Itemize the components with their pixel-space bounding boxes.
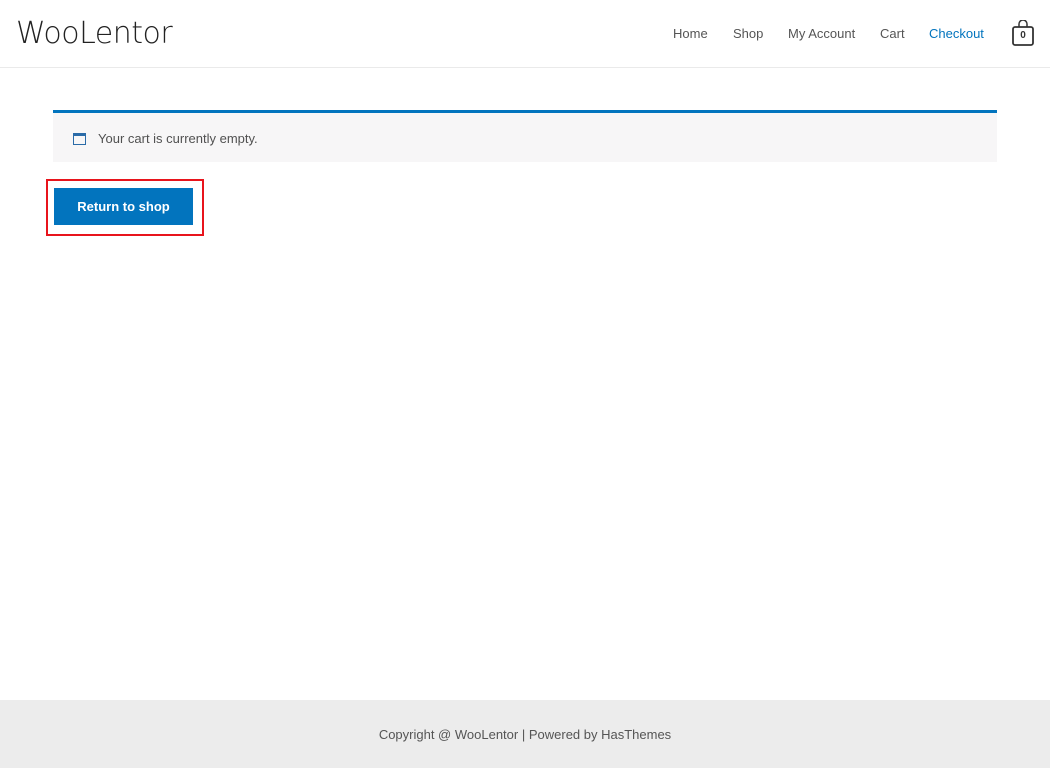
cart-bag-icon[interactable]: 0 bbox=[1012, 19, 1034, 46]
nav-home[interactable]: Home bbox=[673, 26, 708, 41]
site-logo[interactable]: WooLentor bbox=[16, 16, 173, 51]
site-header: WooLentor Home Shop My Account Cart Chec… bbox=[0, 0, 1050, 68]
notice-text: Your cart is currently empty. bbox=[98, 131, 258, 146]
site-footer: Copyright @ WooLentor | Powered by HasTh… bbox=[0, 700, 1050, 768]
footer-separator: | bbox=[518, 727, 529, 742]
nav-cart[interactable]: Cart bbox=[880, 26, 905, 41]
return-to-shop-button[interactable]: Return to shop bbox=[54, 188, 193, 225]
nav-shop[interactable]: Shop bbox=[733, 26, 763, 41]
powered-by: Powered by HasThemes bbox=[528, 727, 672, 742]
footer-brand-link[interactable]: WooLentor bbox=[455, 727, 518, 742]
cart-empty-notice: Your cart is currently empty. bbox=[53, 110, 997, 162]
copyright-prefix: Copyright @ bbox=[378, 727, 455, 742]
nav-checkout[interactable]: Checkout bbox=[929, 26, 984, 41]
window-icon bbox=[73, 133, 86, 145]
nav-my-account[interactable]: My Account bbox=[788, 26, 855, 41]
cart-count: 0 bbox=[1020, 30, 1026, 41]
